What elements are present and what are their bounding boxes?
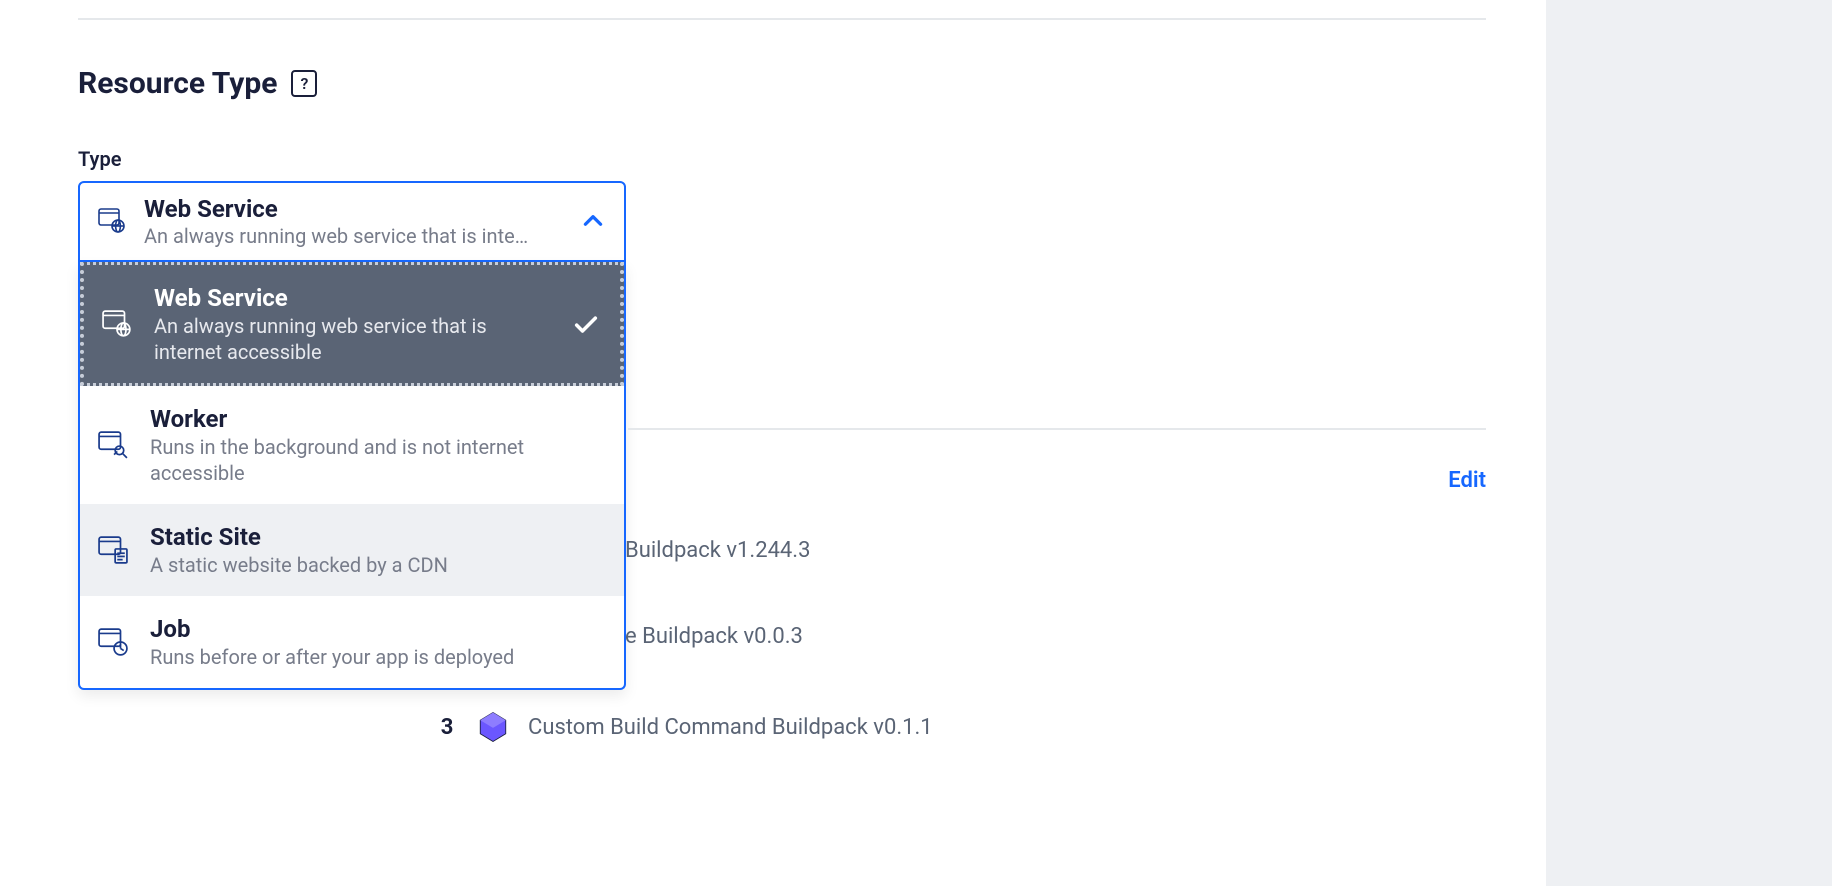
- chevron-up-icon: [580, 208, 606, 234]
- dropdown-selected-title: Web Service: [144, 195, 580, 224]
- field-label: Type: [78, 147, 1486, 171]
- hex-logo-icon: [476, 710, 510, 744]
- option-text: Web Service An always running web servic…: [132, 283, 572, 365]
- web-service-icon: [98, 208, 128, 234]
- dropdown-list: Web Service An always running web servic…: [78, 262, 626, 690]
- option-title: Job: [150, 614, 604, 644]
- worker-icon: [98, 431, 128, 459]
- option-desc: Runs in the background and is not intern…: [150, 434, 530, 486]
- buildpack-label: Custom Build Command Buildpack v0.1.1: [528, 715, 933, 740]
- dropdown-option-web-service[interactable]: Web Service An always running web servic…: [80, 262, 624, 386]
- option-desc: Runs before or after your app is deploye…: [150, 644, 530, 670]
- static-site-icon: [98, 536, 128, 564]
- buildpack-label: e Buildpack v0.0.3: [625, 624, 803, 649]
- buildpack-row: Buildpack v1.244.3: [625, 538, 810, 563]
- section-heading: Resource Type: [78, 66, 277, 101]
- option-desc: An always running web service that is in…: [154, 313, 534, 365]
- resource-type-dropdown: Web Service An always running web servic…: [78, 181, 626, 690]
- job-icon: [98, 628, 128, 656]
- section-divider: [628, 428, 1486, 430]
- option-title: Worker: [150, 404, 604, 434]
- dropdown-option-job[interactable]: Job Runs before or after your app is dep…: [80, 596, 624, 688]
- dropdown-selected-desc: An always running web service that is in…: [144, 224, 564, 248]
- edit-link[interactable]: Edit: [1448, 468, 1486, 493]
- help-icon[interactable]: ?: [291, 70, 317, 97]
- dropdown-trigger[interactable]: Web Service An always running web servic…: [78, 181, 626, 262]
- option-desc: A static website backed by a CDN: [150, 552, 530, 578]
- dropdown-option-static-site[interactable]: Static Site A static website backed by a…: [80, 504, 624, 596]
- option-title: Static Site: [150, 522, 604, 552]
- dropdown-option-worker[interactable]: Worker Runs in the background and is not…: [80, 386, 624, 504]
- option-title: Web Service: [154, 283, 572, 313]
- option-text: Job Runs before or after your app is dep…: [128, 614, 604, 670]
- page-content: Resource Type ? Type Web Service An alwa…: [0, 0, 1546, 886]
- section-divider: [78, 18, 1486, 20]
- option-text: Static Site A static website backed by a…: [128, 522, 604, 578]
- buildpack-label: Buildpack v1.244.3: [625, 538, 810, 563]
- option-text: Worker Runs in the background and is not…: [128, 404, 604, 486]
- buildpack-row: e Buildpack v0.0.3: [625, 624, 803, 649]
- buildpack-index: 3: [436, 715, 458, 740]
- section-header-row: Resource Type ?: [78, 66, 1486, 101]
- buildpack-row: 3 Custom Build Command Buildpack v0.1.1: [436, 710, 933, 744]
- help-glyph: ?: [300, 74, 308, 93]
- dropdown-selected-text: Web Service An always running web servic…: [128, 195, 580, 248]
- check-icon: [572, 310, 600, 338]
- web-service-icon: [102, 310, 132, 338]
- page-gutter: [1546, 0, 1832, 886]
